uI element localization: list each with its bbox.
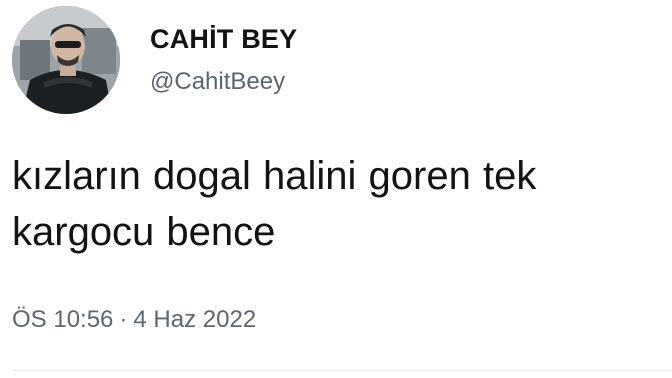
avatar[interactable] [12, 6, 120, 114]
user-meta: CAHİT BEY @CahitBeey [150, 23, 297, 96]
tweet-header: CAHİT BEY @CahitBeey [12, 6, 297, 114]
tweet-meta: ÖS 10:56 · 4 Haz 2022 [12, 306, 256, 334]
display-name[interactable]: CAHİT BEY [150, 23, 297, 55]
tweet-date[interactable]: 4 Haz 2022 [133, 306, 256, 333]
meta-separator: · [119, 306, 128, 333]
tweet-text-line-2: kargocu bence [12, 210, 276, 254]
tweet-text: kızların dogal halini goren tek kargocu … [12, 148, 662, 260]
profile-photo-icon [12, 6, 120, 114]
divider [12, 370, 672, 371]
username[interactable]: @CahitBeey [150, 68, 297, 97]
tweet-text-line-1: kızların dogal halini goren tek [12, 154, 537, 198]
tweet-time[interactable]: ÖS 10:56 [12, 306, 113, 333]
tweet-card: CAHİT BEY @CahitBeey kızların dogal hali… [0, 0, 672, 378]
